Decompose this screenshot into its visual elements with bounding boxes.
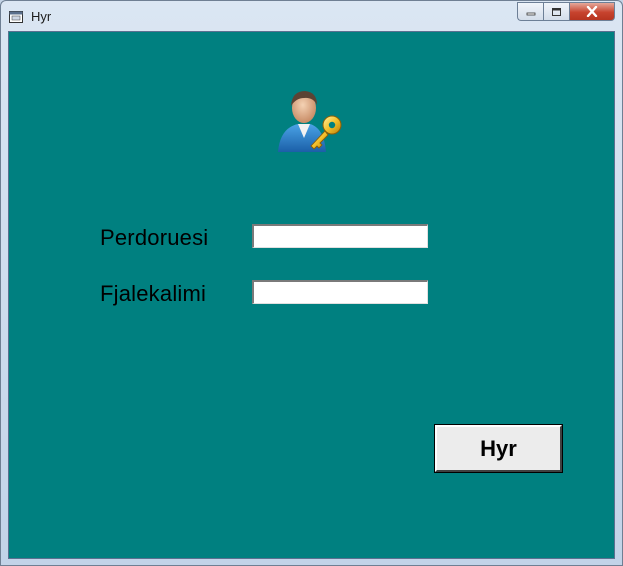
minimize-button[interactable]: [517, 2, 543, 21]
window-controls: [517, 2, 615, 22]
username-label: Perdoruesi: [100, 225, 209, 250]
close-button[interactable]: [569, 2, 615, 21]
maximize-icon: [552, 7, 561, 16]
minimize-icon: [526, 12, 535, 15]
window-title: Hyr: [31, 9, 52, 24]
user-key-icon: [274, 86, 344, 156]
login-form-area: Perdoruesi Fjalekalimi Hyr: [8, 31, 615, 559]
window-app-icon[interactable]: [9, 10, 23, 23]
login-button[interactable]: Hyr: [434, 424, 563, 473]
password-label: Fjalekalimi: [100, 281, 207, 306]
username-input[interactable]: [252, 224, 428, 248]
title-bar[interactable]: Hyr: [1, 1, 622, 31]
login-window: Hyr Perdoruesi Fjalekalimi Hyr: [0, 0, 623, 566]
close-icon: [586, 6, 598, 17]
maximize-button[interactable]: [543, 2, 569, 21]
password-input[interactable]: [252, 280, 428, 304]
